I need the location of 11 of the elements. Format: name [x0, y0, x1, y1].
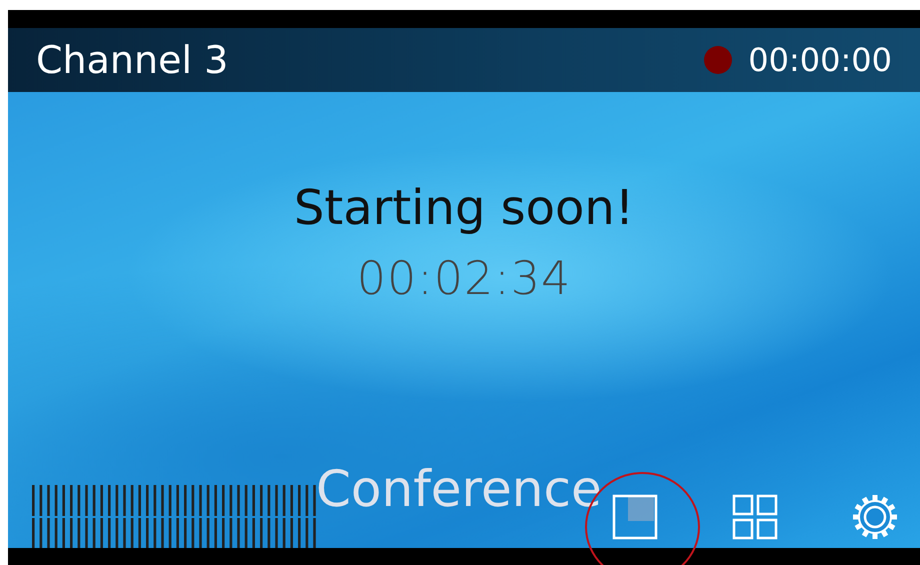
grid-view-button[interactable] — [730, 492, 780, 542]
grid-view-icon — [732, 494, 778, 540]
settings-icon — [850, 492, 900, 542]
countdown-timer: 00:02:34 — [356, 251, 572, 305]
single-view-button[interactable] — [610, 492, 660, 542]
settings-button[interactable] — [850, 492, 900, 542]
layout-label: Conference — [316, 464, 602, 514]
channel-title: Channel 3 — [36, 36, 228, 84]
recording-timer: 00:00:00 — [748, 40, 892, 81]
single-view-icon — [612, 494, 658, 540]
status-heading: Starting soon! — [292, 179, 636, 238]
